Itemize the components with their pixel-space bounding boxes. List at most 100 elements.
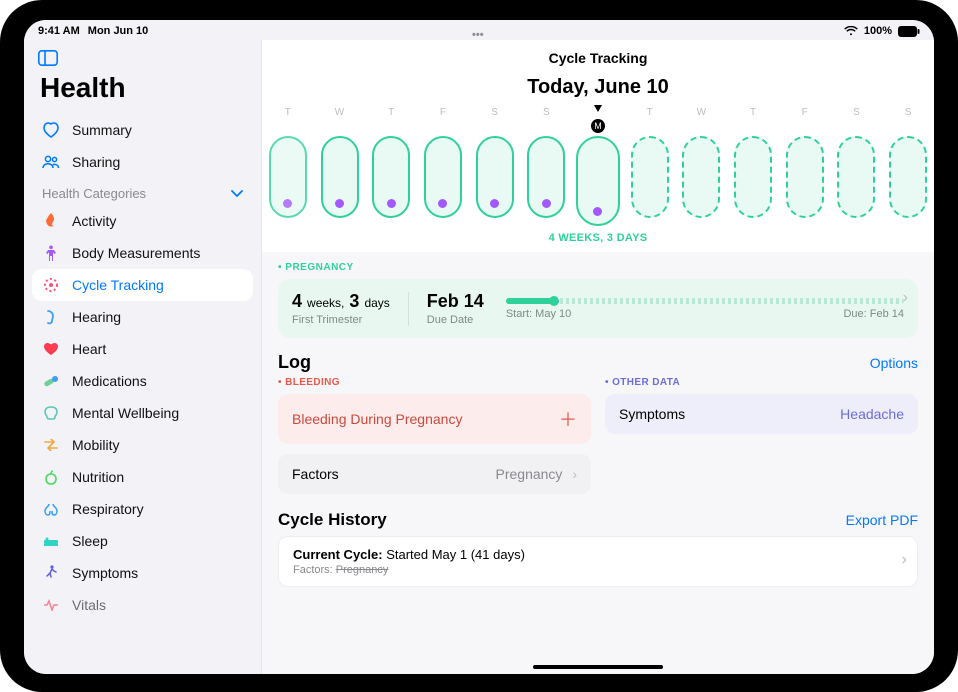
chevron-right-icon: › xyxy=(902,551,907,569)
sidebar-item-heart[interactable]: Heart xyxy=(32,333,253,365)
sidebar-item-label: Hearing xyxy=(72,309,121,325)
days-value: 3 xyxy=(349,291,359,311)
sidebar-item-nutrition[interactable]: Nutrition xyxy=(32,461,253,493)
bleeding-section-label: BLEEDING xyxy=(278,377,591,388)
log-options-link[interactable]: Options xyxy=(870,355,918,371)
due-date-label: Due Date xyxy=(427,314,484,326)
weeks-value: 4 xyxy=(292,291,302,311)
brain-icon xyxy=(42,404,60,422)
add-icon[interactable]: ＋ xyxy=(559,406,577,432)
flame-icon xyxy=(42,212,60,230)
sidebar-item-body-measurements[interactable]: Body Measurements xyxy=(32,237,253,269)
sidebar-item-label: Mobility xyxy=(72,437,119,453)
sidebar-item-label: Vitals xyxy=(72,597,106,613)
day-pill-future[interactable] xyxy=(837,136,875,218)
heart-icon xyxy=(42,340,60,358)
cycle-timeline[interactable]: T W T F S S M T W T F S xyxy=(262,107,934,244)
wifi-icon xyxy=(844,26,858,36)
divider xyxy=(408,292,409,326)
progress-end-label: Due: Feb 14 xyxy=(843,308,904,320)
day-pill-future[interactable] xyxy=(631,136,669,218)
pregnancy-section-label: PREGNANCY xyxy=(278,262,918,273)
home-indicator[interactable] xyxy=(533,665,663,669)
ipad-frame: 9:41 AM Mon Jun 10 ••• 100% Health xyxy=(0,0,958,692)
today-marker: M xyxy=(591,119,605,133)
day-pill[interactable] xyxy=(476,136,514,218)
day-label: T xyxy=(727,107,779,118)
sidebar-item-medications[interactable]: Medications xyxy=(32,365,253,397)
day-pill-future[interactable] xyxy=(889,136,927,218)
day-pill-future[interactable] xyxy=(682,136,720,218)
sidebar-item-sharing[interactable]: Sharing xyxy=(32,146,253,178)
sidebar-item-respiratory[interactable]: Respiratory xyxy=(32,493,253,525)
due-date-block: Feb 14 Due Date xyxy=(427,291,484,326)
heart-outline-icon xyxy=(42,121,60,139)
progress-knob-icon xyxy=(549,296,559,306)
cycle-history-card[interactable]: › Current Cycle: Started May 1 (41 days)… xyxy=(278,536,918,587)
sidebar-item-vitals[interactable]: Vitals xyxy=(32,589,253,621)
day-label: W xyxy=(676,107,728,118)
factors-row-label: Factors xyxy=(292,466,339,482)
sidebar-item-summary[interactable]: Summary xyxy=(32,114,253,146)
pills-icon xyxy=(42,372,60,390)
symptoms-row[interactable]: Symptoms Headache xyxy=(605,394,918,434)
day-pill[interactable] xyxy=(269,136,307,218)
day-label-today: M xyxy=(572,107,624,118)
day-pill-future[interactable] xyxy=(734,136,772,218)
ear-icon xyxy=(42,308,60,326)
day-pill[interactable] xyxy=(527,136,565,218)
export-pdf-link[interactable]: Export PDF xyxy=(846,512,918,528)
sidebar-item-label: Respiratory xyxy=(72,501,144,517)
vitals-icon xyxy=(42,596,60,614)
multitask-dots[interactable]: ••• xyxy=(472,29,486,33)
history-factors-value: Pregnancy xyxy=(336,564,389,576)
other-data-section-label: OTHER DATA xyxy=(605,377,918,388)
battery-percent: 100% xyxy=(864,25,892,37)
sidebar-item-mobility[interactable]: Mobility xyxy=(32,429,253,461)
log-heading: Log xyxy=(278,352,311,373)
sidebar-item-cycle-tracking[interactable]: Cycle Tracking xyxy=(32,269,253,301)
chevron-right-icon: › xyxy=(572,466,577,482)
battery-icon xyxy=(898,26,920,37)
day-pill[interactable] xyxy=(321,136,359,218)
history-factors-label: Factors: xyxy=(293,564,336,576)
current-cycle-rest: Started May 1 (41 days) xyxy=(383,547,525,562)
pregnancy-card[interactable]: › 4 weeks, 3 days First Trimester xyxy=(278,279,918,338)
day-pill-today[interactable] xyxy=(576,136,620,226)
sidebar-item-sleep[interactable]: Sleep xyxy=(32,525,253,557)
fertile-dot-icon xyxy=(593,207,602,216)
fertile-dot-icon xyxy=(387,199,396,208)
sidebar-item-hearing[interactable]: Hearing xyxy=(32,301,253,333)
symptoms-row-label: Symptoms xyxy=(619,406,685,422)
sidebar-item-activity[interactable]: Activity xyxy=(32,205,253,237)
sidebar-toggle-icon[interactable] xyxy=(32,46,253,72)
day-pill-future[interactable] xyxy=(786,136,824,218)
due-date-value: Feb 14 xyxy=(427,291,484,312)
day-label: F xyxy=(779,107,831,118)
sidebar-item-label: Body Measurements xyxy=(72,245,200,261)
factors-row[interactable]: Factors Pregnancy › xyxy=(278,454,591,494)
factors-row-value: Pregnancy xyxy=(496,466,563,482)
page-subtitle: Today, June 10 xyxy=(262,76,934,99)
sidebar-item-symptoms[interactable]: Symptoms xyxy=(32,557,253,589)
pregnancy-progress: Start: May 10 Due: Feb 14 xyxy=(506,298,904,320)
current-cycle-bold: Current Cycle: xyxy=(293,547,383,562)
walking-icon xyxy=(42,564,60,582)
fertile-dot-icon xyxy=(283,199,292,208)
health-categories-header[interactable]: Health Categories xyxy=(32,178,253,205)
chevron-right-icon: › xyxy=(903,289,908,307)
status-bar: 9:41 AM Mon Jun 10 ••• 100% xyxy=(24,20,934,40)
day-pill[interactable] xyxy=(372,136,410,218)
sidebar-item-label: Cycle Tracking xyxy=(72,277,164,293)
sidebar-item-mental-wellbeing[interactable]: Mental Wellbeing xyxy=(32,397,253,429)
arrows-icon xyxy=(42,436,60,454)
bleeding-row-label: Bleeding During Pregnancy xyxy=(292,411,462,427)
day-label: F xyxy=(417,107,469,118)
bed-icon xyxy=(42,532,60,550)
day-pill[interactable] xyxy=(424,136,462,218)
sidebar-item-label: Mental Wellbeing xyxy=(72,405,179,421)
bleeding-row[interactable]: Bleeding During Pregnancy ＋ xyxy=(278,394,591,444)
day-labels-row: T W T F S S M T W T F S xyxy=(262,107,934,118)
day-label: W xyxy=(314,107,366,118)
days-unit: days xyxy=(364,296,389,310)
